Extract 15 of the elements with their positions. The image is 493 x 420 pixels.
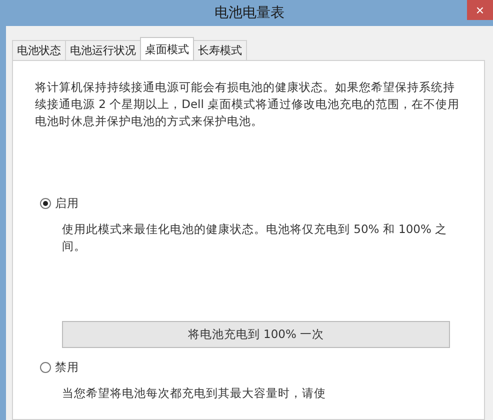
- intro-text: 将计算机保持持续接通电源可能会有损电池的健康状态。如果您希望保持系统持续接通电源 2 个星期以上，Dell 桌面模式将通过修改电池充电的范围，在不使用电池时休息并保护电池的方式来保护电池。: [35, 79, 460, 130]
- radio-label: 禁用: [55, 360, 79, 375]
- radio-option[interactable]: 禁用: [40, 360, 484, 375]
- radio-icon[interactable]: [40, 362, 51, 373]
- radio-label: 启用: [55, 196, 79, 211]
- tab[interactable]: 长寿模式: [193, 40, 247, 60]
- close-button[interactable]: ×: [467, 0, 493, 20]
- tab[interactable]: 电池状态: [12, 40, 66, 60]
- option-description: 使用此模式来最佳化电池的健康状态。电池将仅充电到 50% 和 100% 之间。: [62, 221, 448, 255]
- option-description: 当您希望将电池每次都充电到其最大容量时，请使: [62, 385, 327, 402]
- radio-icon[interactable]: [40, 198, 51, 209]
- radio-option[interactable]: 启用: [40, 196, 484, 211]
- window-title: 电池电量表: [214, 4, 284, 22]
- tab[interactable]: 桌面模式: [140, 37, 194, 60]
- charge-button[interactable]: 将电池充电到 100% 一次: [62, 321, 450, 348]
